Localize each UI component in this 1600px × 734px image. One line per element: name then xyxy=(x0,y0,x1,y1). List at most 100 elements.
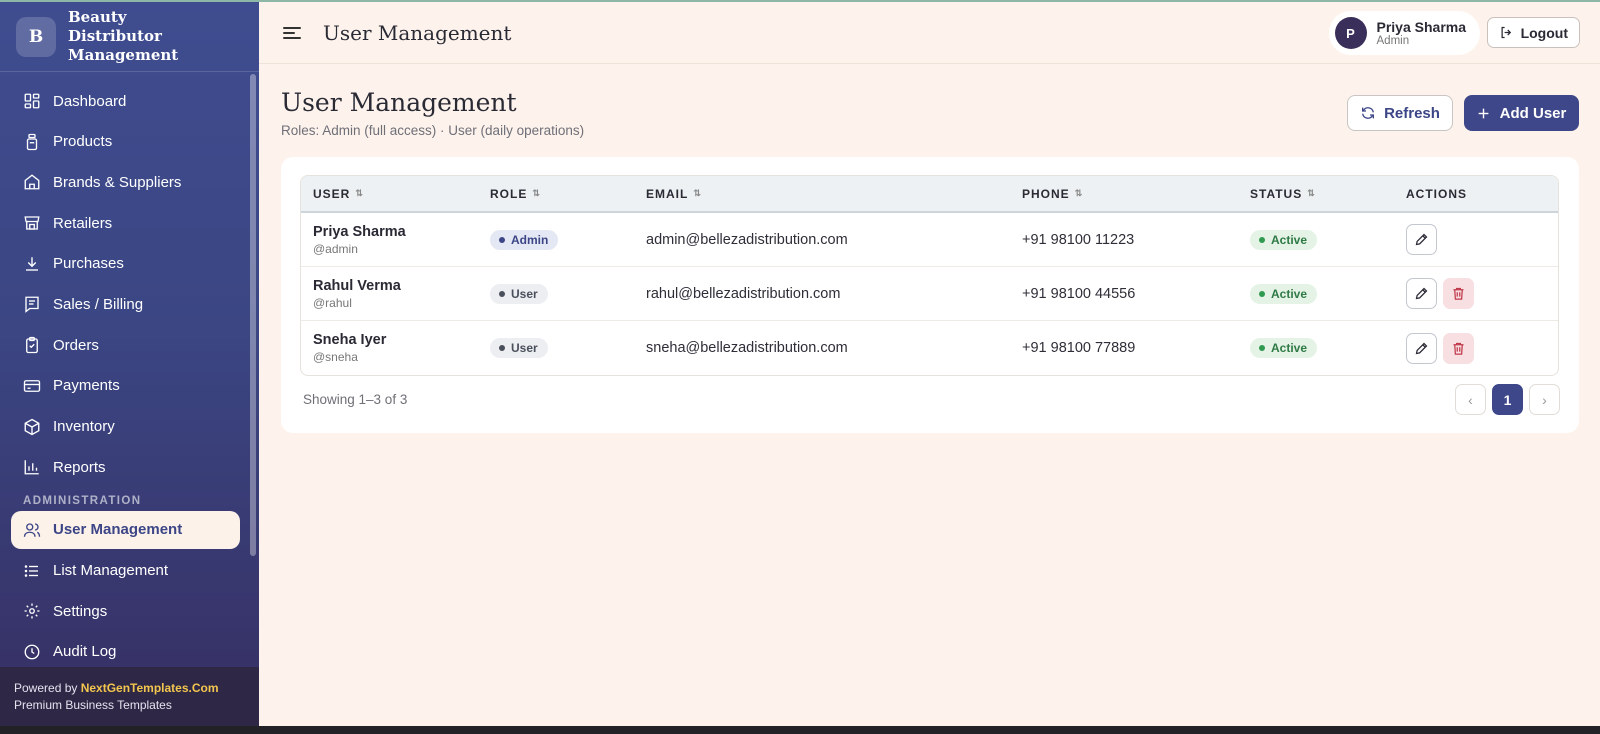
edit-button[interactable] xyxy=(1406,224,1437,255)
sidebar-nav: Dashboard Products Brands & Suppliers Re… xyxy=(0,72,259,671)
role-badge: User xyxy=(490,338,548,358)
download-icon xyxy=(26,257,38,271)
row-phone: +91 98100 77889 xyxy=(1022,340,1136,356)
trash-icon xyxy=(1453,287,1464,300)
row-user-handle: @admin xyxy=(313,241,358,256)
prev-page-button[interactable]: ‹ xyxy=(1455,384,1486,415)
sort-icon: ⇅ xyxy=(532,188,540,198)
delete-button[interactable] xyxy=(1443,332,1474,364)
sidebar-item-label: Reports xyxy=(53,458,106,476)
page-subtitle: Roles: Admin (full access) · User (daily… xyxy=(281,123,585,138)
users-table: USER ⇅ ROLE ⇅ EMAIL ⇅ PHONE ⇅ STATUS ⇅ ACTION… xyxy=(300,175,1559,376)
row-email: admin@bellezadistribution.com xyxy=(646,231,848,248)
menu-toggle-icon[interactable] xyxy=(281,24,303,42)
sidebar-item-brands-suppliers[interactable]: Brands & Suppliers xyxy=(11,163,240,201)
brand-logo: B xyxy=(16,16,56,57)
refresh-button[interactable]: Refresh xyxy=(1347,95,1453,131)
user-name: Priya Sharma xyxy=(1376,19,1467,35)
bottom-bar xyxy=(0,726,1600,734)
row-user-handle: @rahul xyxy=(313,295,352,310)
col-actions: ACTIONS xyxy=(1406,187,1558,201)
table-row: Priya Sharma @admin Admin admin@bellezad… xyxy=(301,213,1558,267)
brand-title: Beauty Distributor Management xyxy=(68,8,179,64)
sidebar-item-audit-log[interactable]: Audit Log xyxy=(11,633,240,671)
edit-button[interactable] xyxy=(1406,332,1437,364)
table-row: Rahul Verma @rahul User rahul@bellezadis… xyxy=(301,267,1558,321)
user-cell: Sneha Iyer @sneha xyxy=(301,332,490,364)
row-email: sneha@bellezadistribution.com xyxy=(646,340,848,356)
credit-card-icon xyxy=(23,379,41,392)
col-label: ROLE xyxy=(490,186,528,201)
user-chip[interactable]: P Priya Sharma Admin xyxy=(1328,11,1480,55)
page-button-current[interactable]: 1 xyxy=(1492,384,1523,415)
sidebar-footer: Powered by NextGenTemplates.Com Premium … xyxy=(0,667,259,726)
status-badge: Active xyxy=(1250,229,1318,250)
box-icon xyxy=(24,418,40,435)
delete-button[interactable] xyxy=(1443,278,1474,309)
main-content: User Management P Priya Sharma Admin Log… xyxy=(259,2,1600,726)
powered-brand-link[interactable]: NextGenTemplates.Com xyxy=(81,681,219,695)
user-cell: Priya Sharma @admin xyxy=(301,224,490,256)
sidebar-item-purchases[interactable]: Purchases xyxy=(11,245,240,283)
next-page-button[interactable]: › xyxy=(1529,384,1560,415)
sidebar-item-user-management[interactable]: User Management xyxy=(11,510,240,549)
sidebar-item-retailers[interactable]: Retailers xyxy=(11,204,240,242)
logout-button[interactable]: Logout xyxy=(1486,17,1580,48)
role-cell: User xyxy=(490,338,646,358)
sidebar-item-payments[interactable]: Payments xyxy=(11,367,240,405)
user-cell: Rahul Verma @rahul xyxy=(301,278,490,310)
sidebar-item-label: Settings xyxy=(53,602,108,620)
actions-cell xyxy=(1406,224,1558,255)
row-user-name: Sneha Iyer xyxy=(313,332,387,348)
footer-tagline: Premium Business Templates xyxy=(14,698,172,712)
sidebar-item-reports[interactable]: Reports xyxy=(11,448,240,486)
sidebar-item-label: User Management xyxy=(53,521,183,539)
sidebar-item-inventory[interactable]: Inventory xyxy=(11,408,240,446)
page-title: User Management xyxy=(281,88,517,117)
logout-label: Logout xyxy=(1520,24,1568,41)
sidebar-item-products[interactable]: Products xyxy=(11,123,240,161)
sort-icon: ⇅ xyxy=(693,188,701,198)
trash-icon xyxy=(1453,342,1464,355)
showing-count: Showing 1–3 of 3 xyxy=(303,392,408,407)
col-label: STATUS xyxy=(1250,186,1303,201)
row-email: rahul@bellezadistribution.com xyxy=(646,285,841,302)
role-badge: Admin xyxy=(490,229,559,250)
col-role[interactable]: ROLE ⇅ xyxy=(490,187,646,201)
status-cell: Active xyxy=(1250,229,1406,250)
status-cell: Active xyxy=(1250,283,1406,304)
pencil-icon xyxy=(1415,342,1428,354)
sidebar-item-orders[interactable]: Orders xyxy=(11,326,240,364)
gear-icon xyxy=(24,603,40,619)
sidebar-scrollbar[interactable] xyxy=(250,74,256,556)
col-user[interactable]: USER ⇅ xyxy=(301,187,490,201)
refresh-label: Refresh xyxy=(1384,104,1440,122)
topbar: User Management P Priya Sharma Admin Log… xyxy=(259,2,1600,64)
table-row: Sneha Iyer @sneha User sneha@bellezadist… xyxy=(301,321,1558,375)
sidebar-item-dashboard[interactable]: Dashboard xyxy=(11,82,240,120)
user-info: Priya Sharma Admin xyxy=(1377,19,1467,47)
sort-icon: ⇅ xyxy=(355,188,363,198)
sidebar-item-list-management[interactable]: List Management xyxy=(11,552,240,590)
page-header: User Management Roles: Admin (full acces… xyxy=(281,88,584,138)
sidebar-item-label: Products xyxy=(53,133,113,151)
edit-button[interactable] xyxy=(1406,278,1437,309)
store-icon xyxy=(24,174,40,190)
role-cell: Admin xyxy=(490,229,646,250)
sidebar-item-label: Purchases xyxy=(53,255,124,273)
col-status[interactable]: STATUS ⇅ xyxy=(1250,187,1406,201)
col-label: EMAIL xyxy=(646,186,689,201)
table-footer: Showing 1–3 of 3 ‹ 1 › xyxy=(303,384,1560,415)
sidebar-section-label: ADMINISTRATION xyxy=(23,494,142,507)
col-email[interactable]: EMAIL ⇅ xyxy=(646,187,1022,201)
brand: B Beauty Distributor Management xyxy=(0,2,259,72)
row-user-handle: @sneha xyxy=(313,350,358,364)
status-badge: Active xyxy=(1250,338,1318,358)
add-user-button[interactable]: Add User xyxy=(1464,95,1579,131)
sidebar-item-settings[interactable]: Settings xyxy=(11,592,240,630)
list-icon xyxy=(24,564,38,577)
sidebar-item-sales-billing[interactable]: Sales / Billing xyxy=(11,285,240,323)
col-phone[interactable]: PHONE ⇅ xyxy=(1022,187,1250,201)
sidebar-item-label: Sales / Billing xyxy=(53,295,144,313)
col-label: ACTIONS xyxy=(1406,186,1467,201)
